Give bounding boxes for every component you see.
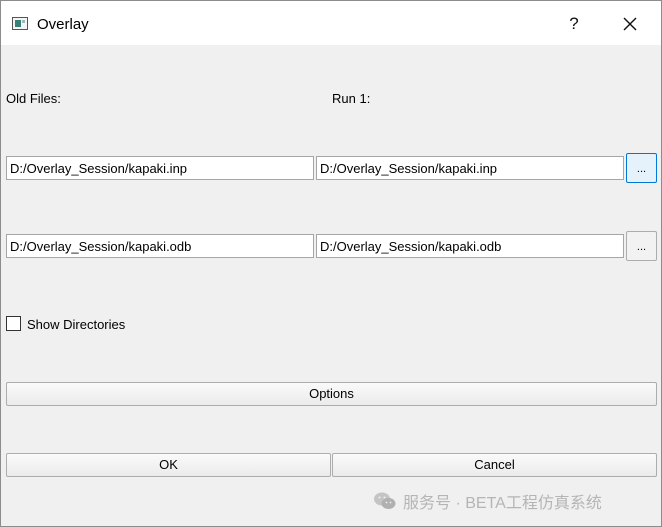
help-button[interactable]: ? bbox=[557, 9, 591, 39]
watermark-text: 服务号 · BETA工程仿真系统 bbox=[403, 495, 602, 512]
old-odb-file-field[interactable] bbox=[6, 234, 314, 258]
show-directories-checkbox[interactable] bbox=[6, 316, 21, 331]
old-inp-file-field[interactable] bbox=[6, 156, 314, 180]
show-directories-label: Show Directories bbox=[27, 317, 126, 332]
old-files-label: Old Files: bbox=[6, 91, 61, 106]
close-button[interactable] bbox=[613, 9, 647, 39]
window-title: Overlay bbox=[37, 16, 89, 33]
watermark: 服务号 · BETA工程仿真系统 bbox=[373, 489, 602, 513]
overlay-dialog: Overlay ? Old Files: Run 1: ... ... Show… bbox=[0, 0, 662, 527]
run1-odb-file-field[interactable] bbox=[316, 234, 624, 258]
close-icon bbox=[623, 17, 637, 31]
browse-odb-button[interactable]: ... bbox=[626, 231, 657, 261]
options-button[interactable]: Options bbox=[6, 382, 657, 406]
title-bar: Overlay ? bbox=[1, 1, 661, 45]
run1-inp-file-field[interactable] bbox=[316, 156, 624, 180]
run-1-label: Run 1: bbox=[332, 91, 371, 106]
window-icon bbox=[12, 17, 28, 30]
browse-inp-button[interactable]: ... bbox=[626, 153, 657, 183]
cancel-button[interactable]: Cancel bbox=[332, 453, 657, 477]
wechat-icon bbox=[374, 492, 396, 509]
ok-button[interactable]: OK bbox=[6, 453, 331, 477]
